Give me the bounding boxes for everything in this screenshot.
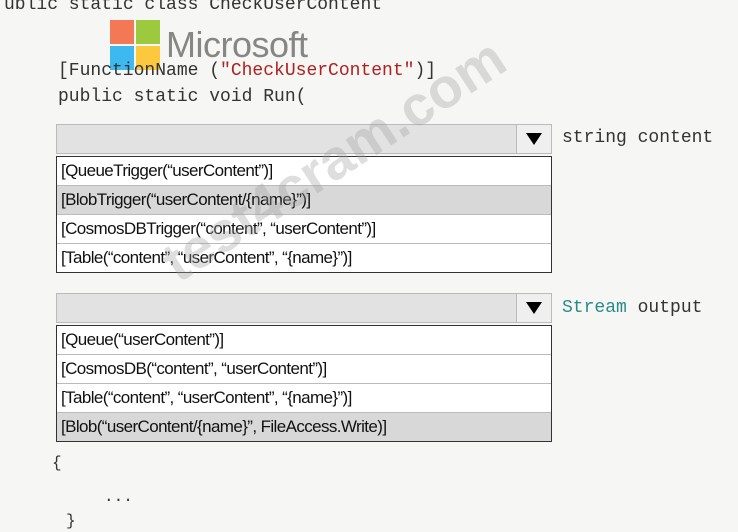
- output-binding-dropdown[interactable]: [56, 293, 552, 323]
- output-options-list: [Queue(“userContent”)] [CosmosDB(“conten…: [56, 325, 552, 442]
- option-table-input[interactable]: [Table(“content”, “userContent”, “{name}…: [57, 244, 551, 272]
- stream-output-param: Stream output: [562, 298, 702, 318]
- body-ellipsis: ...: [104, 488, 133, 506]
- option-queue-output[interactable]: [Queue(“userContent”)]: [57, 326, 551, 355]
- trigger-dropdown[interactable]: [56, 124, 552, 154]
- open-brace: {: [52, 454, 62, 472]
- attribute-prefix: [FunctionName (: [58, 61, 221, 81]
- caret-down-icon: [526, 133, 542, 145]
- string-content-param: string content: [562, 128, 714, 148]
- dropdown-toggle-button[interactable]: [516, 294, 551, 322]
- caret-down-icon: [526, 302, 542, 314]
- dropdown-toggle-button[interactable]: [516, 125, 551, 153]
- option-blob-output[interactable]: [Blob(“userContent/{name}”, FileAccess.W…: [57, 413, 551, 441]
- option-blob-trigger[interactable]: [BlobTrigger(“userContent/{name}”)]: [57, 186, 551, 215]
- option-queue-trigger[interactable]: [QueueTrigger(“userContent”)]: [57, 157, 551, 186]
- class-line-text: ublic static class CheckUserContent: [4, 0, 383, 15]
- method-line-text: public static void Run(: [58, 87, 307, 107]
- param-type: Stream: [562, 298, 627, 318]
- attribute-suffix: )]: [414, 61, 437, 81]
- option-cosmosdb-output[interactable]: [CosmosDB(“content”, “userContent”)]: [57, 355, 551, 384]
- option-table-output[interactable]: [Table(“content”, “userContent”, “{name}…: [57, 384, 551, 413]
- param-name: output: [637, 298, 703, 318]
- method-signature: public static void Run(: [58, 86, 306, 108]
- function-name-attribute: [FunctionName ("CheckUserContent")]: [58, 60, 436, 82]
- option-cosmosdb-trigger[interactable]: [CosmosDBTrigger(“content”, “userContent…: [57, 215, 551, 244]
- trigger-options-list: [QueueTrigger(“userContent”)] [BlobTrigg…: [56, 156, 552, 273]
- close-brace: }: [66, 512, 76, 530]
- attribute-value: "CheckUserContent": [220, 61, 415, 81]
- class-declaration: ublic static class CheckUserContent: [4, 0, 382, 16]
